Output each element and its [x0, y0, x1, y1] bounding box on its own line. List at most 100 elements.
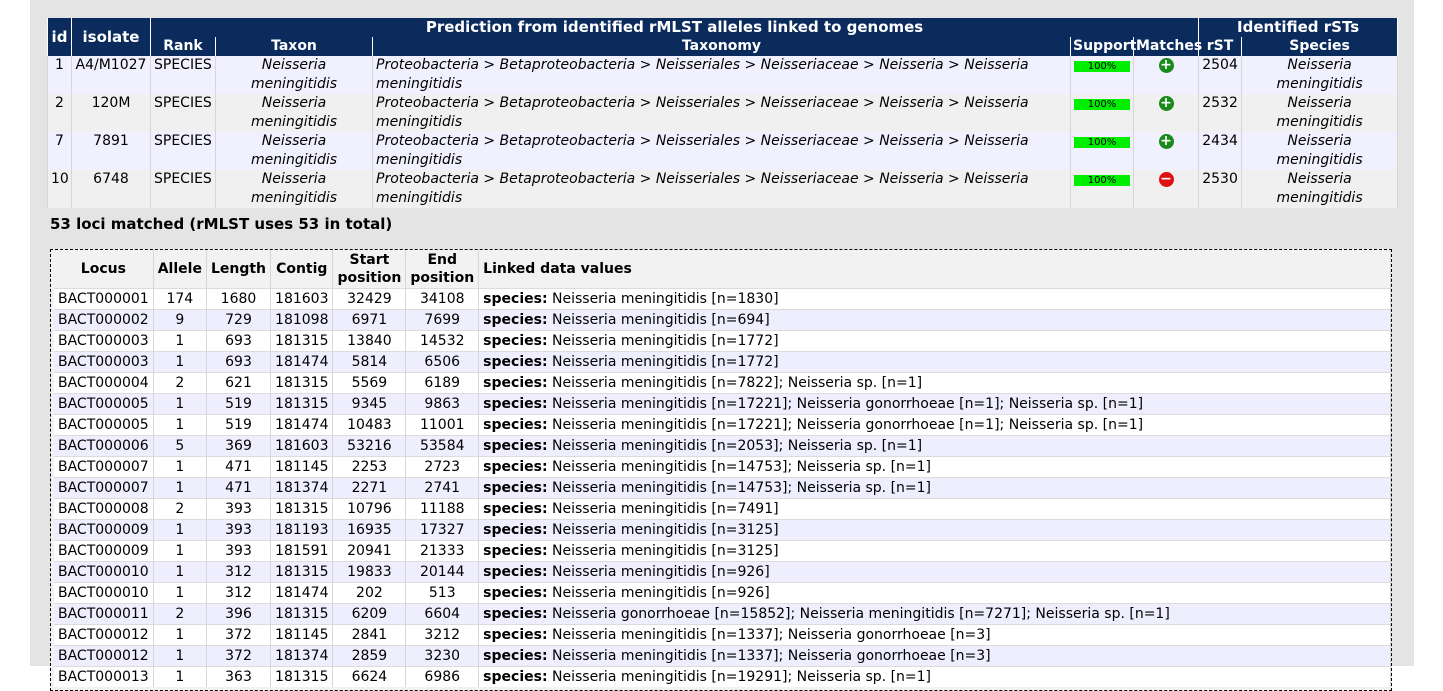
- plus-circle-icon[interactable]: +: [1158, 134, 1174, 149]
- locus-name[interactable]: BACT000009: [54, 540, 154, 562]
- species-label: species:: [483, 605, 548, 622]
- locus-end: 34108: [405, 288, 480, 310]
- species-value: Neisseria meningitidis [n=14753]; Neisse…: [552, 479, 932, 496]
- species-label: species:: [483, 479, 548, 496]
- species-label: species:: [483, 311, 548, 328]
- species-value: Neisseria meningitidis [n=17221]; Neisse…: [552, 416, 1144, 433]
- locus-start: 13840: [332, 330, 407, 352]
- locus-start: 53216: [332, 435, 407, 457]
- col-contig-header: Contig: [270, 250, 334, 289]
- locus-allele[interactable]: 2: [153, 498, 207, 520]
- locus-allele[interactable]: 9: [153, 309, 207, 331]
- species-value: Neisseria meningitidis [n=926]: [552, 584, 770, 601]
- locus-start: 202: [332, 582, 407, 604]
- species-value: Neisseria meningitidis [n=1772]: [552, 353, 779, 370]
- prediction-row: 2 120M SPECIES Neisseria meningitidis Proteo…: [47, 94, 1399, 132]
- locus-contig: 181591: [270, 540, 334, 562]
- locus-name[interactable]: BACT000001: [54, 288, 154, 310]
- col-linked-header: Linked data values: [478, 250, 1391, 289]
- row-rst[interactable]: 2434: [1198, 132, 1243, 170]
- locus-allele[interactable]: 1: [153, 519, 207, 541]
- locus-allele[interactable]: 2: [153, 372, 207, 394]
- locus-name[interactable]: BACT000010: [54, 582, 154, 604]
- locus-linked-values: species: Neisseria meningitidis [n=2053]…: [478, 435, 1391, 457]
- species-label: species:: [483, 542, 548, 559]
- locus-row: BACT000008 2 393 181315 10796 11188 species: N…: [54, 498, 1391, 520]
- locus-contig: 181193: [270, 519, 334, 541]
- locus-row: BACT000012 1 372 181374 2859 3230 species: Nei…: [54, 645, 1391, 667]
- locus-name[interactable]: BACT000013: [54, 666, 154, 687]
- locus-name[interactable]: BACT000003: [54, 351, 154, 373]
- locus-allele[interactable]: 1: [153, 393, 207, 415]
- row-taxon: Neisseria meningitidis: [215, 132, 373, 170]
- locus-name[interactable]: BACT000007: [54, 456, 154, 478]
- locus-name[interactable]: BACT000010: [54, 561, 154, 583]
- row-taxonomy: Proteobacteria > Betaproteobacteria > Ne…: [372, 132, 1071, 170]
- locus-row: BACT000002 9 729 181098 6971 7699 species: Nei…: [54, 309, 1391, 331]
- row-isolate: 7891: [71, 132, 151, 170]
- locus-name[interactable]: BACT000012: [54, 645, 154, 667]
- locus-name[interactable]: BACT000004: [54, 372, 154, 394]
- locus-allele[interactable]: 1: [153, 414, 207, 436]
- locus-row: BACT000003 1 693 181315 13840 14532 species: N…: [54, 330, 1391, 352]
- row-rank: SPECIES: [150, 170, 216, 208]
- locus-end: 17327: [405, 519, 480, 541]
- locus-allele[interactable]: 1: [153, 351, 207, 373]
- locus-allele[interactable]: 1: [153, 456, 207, 478]
- row-taxonomy: Proteobacteria > Betaproteobacteria > Ne…: [372, 170, 1071, 208]
- plus-circle-icon[interactable]: +: [1158, 58, 1174, 73]
- locus-allele[interactable]: 1: [153, 561, 207, 583]
- locus-contig: 181374: [270, 645, 334, 667]
- locus-end: 513: [405, 582, 480, 604]
- locus-name[interactable]: BACT000009: [54, 519, 154, 541]
- locus-name[interactable]: BACT000003: [54, 330, 154, 352]
- locus-allele[interactable]: 1: [153, 540, 207, 562]
- row-matches: −: [1132, 170, 1200, 208]
- locus-allele[interactable]: 1: [153, 666, 207, 687]
- locus-start: 5569: [332, 372, 407, 394]
- minus-circle-icon[interactable]: −: [1158, 172, 1174, 187]
- locus-name[interactable]: BACT000002: [54, 309, 154, 331]
- locus-length: 369: [206, 435, 272, 457]
- locus-length: 312: [206, 582, 272, 604]
- species-value: Neisseria meningitidis [n=1337]; Neisser…: [552, 647, 991, 664]
- locus-name[interactable]: BACT000007: [54, 477, 154, 499]
- locus-name[interactable]: BACT000006: [54, 435, 154, 457]
- row-rst[interactable]: 2530: [1198, 170, 1243, 208]
- locus-end: 2723: [405, 456, 480, 478]
- locus-allele[interactable]: 1: [153, 582, 207, 604]
- row-rst[interactable]: 2532: [1198, 94, 1243, 132]
- species-value: Neisseria meningitidis [n=1772]: [552, 332, 779, 349]
- row-rst[interactable]: 2504: [1198, 56, 1243, 94]
- locus-name[interactable]: BACT000005: [54, 414, 154, 436]
- locus-allele[interactable]: 174: [153, 288, 207, 310]
- locus-row: BACT000007 1 471 181145 2253 2723 species: Nei…: [54, 456, 1391, 478]
- loci-table: Locus Allele Length Contig Start positio…: [54, 250, 1391, 687]
- locus-row: BACT000011 2 396 181315 6209 6604 species: Nei…: [54, 603, 1391, 625]
- locus-allele[interactable]: 2: [153, 603, 207, 625]
- col-rank-header: Rank: [150, 37, 216, 56]
- locus-linked-values: species: Neisseria meningitidis [n=14753…: [478, 477, 1391, 499]
- locus-name[interactable]: BACT000005: [54, 393, 154, 415]
- locus-length: 372: [206, 624, 272, 646]
- locus-allele[interactable]: 1: [153, 330, 207, 352]
- locus-allele[interactable]: 1: [153, 645, 207, 667]
- locus-end: 3212: [405, 624, 480, 646]
- species-label: species:: [483, 458, 548, 475]
- locus-name[interactable]: BACT000012: [54, 624, 154, 646]
- locus-contig: 181145: [270, 624, 334, 646]
- locus-start: 10796: [332, 498, 407, 520]
- row-matches: +: [1132, 56, 1200, 94]
- locus-allele[interactable]: 5: [153, 435, 207, 457]
- locus-allele[interactable]: 1: [153, 624, 207, 646]
- locus-name[interactable]: BACT000008: [54, 498, 154, 520]
- locus-allele[interactable]: 1: [153, 477, 207, 499]
- plus-circle-icon[interactable]: +: [1158, 96, 1174, 111]
- row-support: 100%: [1070, 94, 1134, 132]
- species-value: Neisseria gonorrhoeae [n=15852]; Neisser…: [552, 605, 1170, 622]
- locus-name[interactable]: BACT000011: [54, 603, 154, 625]
- locus-row: BACT000005 1 519 181474 10483 11001 species: N…: [54, 414, 1391, 436]
- locus-linked-values: species: Neisseria meningitidis [n=926]: [478, 561, 1391, 583]
- locus-contig: 181315: [270, 372, 334, 394]
- col-end-header: End position: [405, 250, 480, 289]
